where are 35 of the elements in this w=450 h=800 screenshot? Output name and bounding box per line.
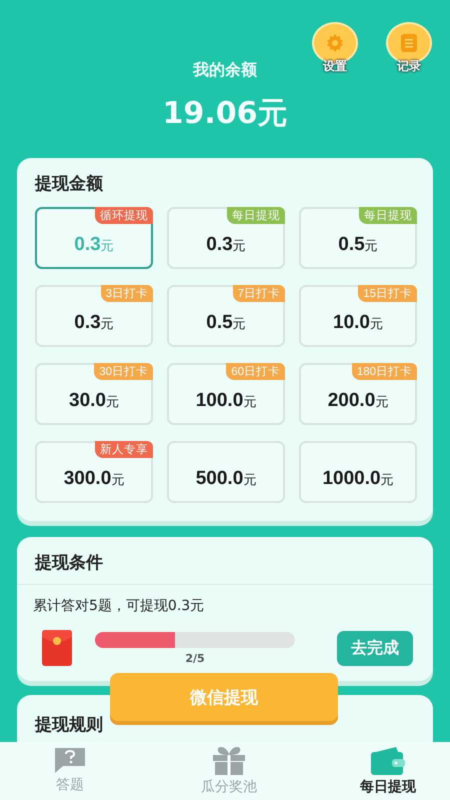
option-tag: 循环提现 <box>95 207 153 224</box>
option-tag: 60日打卡 <box>226 363 285 380</box>
envelope-icon <box>41 629 73 667</box>
section-title: 提现金额 <box>35 173 104 195</box>
wallet-icon <box>370 746 406 776</box>
amount-option[interactable]: 60日打卡 100.0元 <box>167 363 285 425</box>
amount-option[interactable]: 每日提现 0.5元 <box>299 207 417 269</box>
amount-option[interactable]: 每日提现 0.3元 <box>167 207 285 269</box>
amount-option[interactable]: 1000.0元 <box>299 441 417 503</box>
amount-option[interactable]: 新人专享 300.0元 <box>35 441 153 503</box>
amount-option[interactable]: 15日打卡 10.0元 <box>299 285 417 347</box>
option-tag: 每日提现 <box>359 207 417 224</box>
option-tag: 180日打卡 <box>352 363 417 380</box>
option-tag: 30日打卡 <box>94 363 153 380</box>
condition-text: 累计答对5题，可提现0.3元 <box>32 597 206 615</box>
question-icon <box>53 746 87 774</box>
amount-option[interactable]: 30日打卡 30.0元 <box>35 363 153 425</box>
section-title: 提现条件 <box>17 537 433 585</box>
amount-option[interactable]: 500.0元 <box>167 441 285 503</box>
option-tag: 15日打卡 <box>358 285 417 302</box>
amount-option[interactable]: 7日打卡 0.5元 <box>167 285 285 347</box>
amount-option[interactable]: 180日打卡 200.0元 <box>299 363 417 425</box>
gift-icon <box>212 746 246 776</box>
option-tag: 3日打卡 <box>100 285 153 302</box>
list-icon <box>400 33 418 53</box>
balance-label: 我的余额 <box>193 60 257 81</box>
amount-option[interactable]: 3日打卡 0.3元 <box>35 285 153 347</box>
settings-icon <box>325 33 345 53</box>
section-title: 提现规则 <box>35 714 104 736</box>
option-tag: 新人专享 <box>95 441 153 458</box>
nav-tab[interactable]: 每日提现 <box>348 742 428 800</box>
option-tag: 7日打卡 <box>232 285 285 302</box>
balance-amount: 19.06元 <box>162 95 288 133</box>
progress-text: 2/5 <box>185 652 205 664</box>
option-tag: 每日提现 <box>227 207 285 224</box>
